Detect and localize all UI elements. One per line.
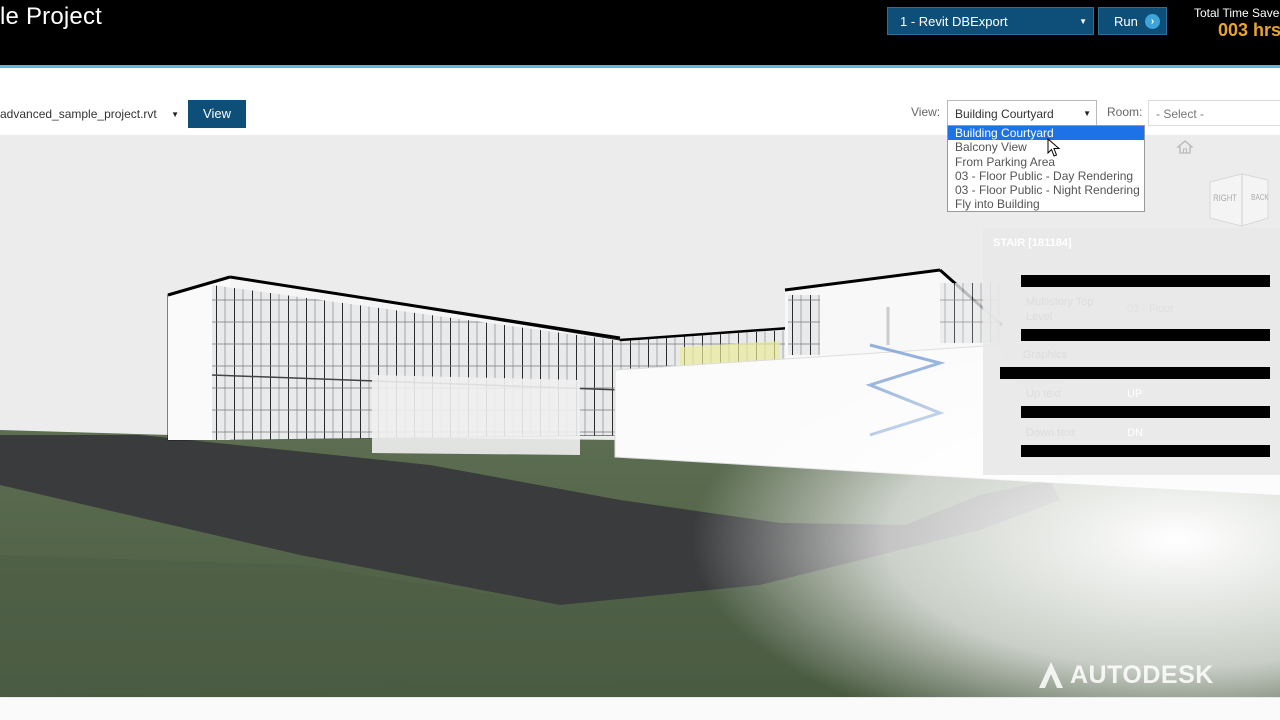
room-label: Room:	[1107, 105, 1143, 119]
time-saved-value: 003 hrs	[1218, 20, 1280, 40]
mouse-cursor-icon	[1047, 138, 1061, 157]
app-header: le Project 1 - Revit DBExport ▼ Run › To…	[0, 0, 1280, 68]
view-option[interactable]: 03 - Floor Public - Day Rendering	[948, 169, 1144, 183]
properties-panel: STAIR [181184] Multistory Top Level 03 -…	[983, 228, 1280, 475]
room-select-value: - Select -	[1156, 107, 1205, 121]
run-button-label: Run	[1114, 14, 1138, 29]
file-select-value: advanced_sample_project.rvt	[0, 107, 157, 121]
view-option[interactable]: Balcony View	[948, 140, 1144, 154]
view-option[interactable]: Building Courtyard	[948, 126, 1144, 141]
view-label: View:	[911, 105, 941, 119]
view-option[interactable]: 03 - Floor Public - Night Rendering	[948, 183, 1144, 197]
workflow-select[interactable]: 1 - Revit DBExport ▼	[887, 7, 1094, 35]
properties-row-label: Down text	[1026, 427, 1075, 439]
time-saved-label: Total Time Saved	[1194, 6, 1280, 20]
autodesk-logo-icon	[1039, 662, 1063, 688]
view-dropdown-list: Building Courtyard Balcony View From Par…	[947, 125, 1145, 212]
properties-row-label: Up text	[1026, 388, 1061, 400]
properties-row-value: UP	[1127, 388, 1143, 400]
view-option[interactable]: Fly into Building	[948, 197, 1144, 211]
chevron-down-icon: ▼	[1083, 109, 1091, 118]
view-select[interactable]: Building Courtyard ▼	[947, 100, 1097, 126]
autodesk-logo-text: AUTODESK	[1070, 660, 1214, 689]
properties-row-bar	[1021, 445, 1270, 457]
view-select-value: Building Courtyard	[955, 107, 1054, 121]
view-cube-right-face[interactable]: RIGHT	[1213, 193, 1237, 203]
workflow-select-value: 1 - Revit DBExport	[900, 14, 1008, 29]
properties-row-bar	[1021, 275, 1270, 287]
arrow-right-icon: ›	[1145, 14, 1160, 29]
properties-row-bar	[1021, 329, 1270, 341]
properties-row-value: 03 - Floor	[1127, 303, 1175, 315]
view-cube-back-face[interactable]: BACK	[1251, 193, 1268, 202]
autodesk-logo: AUTODESK	[1036, 660, 1214, 690]
run-button[interactable]: Run ›	[1098, 7, 1167, 35]
file-select[interactable]: advanced_sample_project.rvt ▼	[0, 101, 184, 127]
properties-title: STAIR [181184]	[993, 237, 1072, 249]
properties-row-bar	[1000, 367, 1270, 379]
properties-row-bar	[1021, 406, 1270, 418]
properties-section-graphics[interactable]: Graphics	[1023, 349, 1067, 361]
home-icon[interactable]	[1176, 139, 1194, 155]
view-option[interactable]: From Parking Area	[948, 155, 1144, 169]
view-button[interactable]: View	[188, 100, 246, 128]
properties-row-value: DN	[1127, 427, 1143, 439]
page-footer	[0, 697, 1280, 720]
chevron-down-icon: ▼	[171, 110, 179, 119]
app-title: le Project	[0, 3, 103, 30]
properties-row-label: Multistory Top Level	[1026, 296, 1094, 323]
room-select[interactable]: - Select -	[1148, 100, 1280, 126]
chevron-down-icon: ▼	[1079, 17, 1087, 26]
